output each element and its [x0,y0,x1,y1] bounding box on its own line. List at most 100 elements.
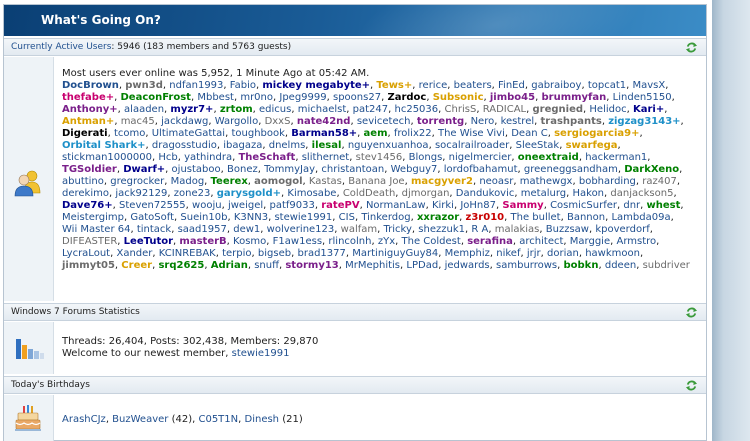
online-user-link[interactable]: edicus [259,104,291,115]
online-user-link[interactable]: ColdDeath [343,188,395,199]
online-user-link[interactable]: srq2625 [158,260,204,271]
online-user-link[interactable]: masterB [179,236,226,247]
online-user-link[interactable]: Buzzsaw [546,224,589,235]
online-user-link[interactable]: KCINREBAK [159,248,216,259]
online-user-link[interactable]: patf9033 [270,200,315,211]
online-user-link[interactable]: JoHn87 [460,200,496,211]
online-user-link[interactable]: z3r010 [466,212,505,223]
refresh-icon[interactable] [685,41,698,54]
online-user-link[interactable]: brummyfan [541,92,606,103]
online-user-link[interactable]: aomogol [254,176,302,187]
online-user-link[interactable]: greeneggsandham [524,164,618,175]
online-user-link[interactable]: Orbital Shark+ [62,140,146,151]
online-user-link[interactable]: zrtom [220,104,253,115]
online-user-link[interactable]: ratePV [321,200,359,211]
online-user-link[interactable]: jackdawg [161,116,208,127]
online-user-link[interactable]: Suein10b [180,212,227,223]
online-user-link[interactable]: The Coldest [402,236,461,247]
online-user-link[interactable]: Hcb [158,152,177,163]
online-user-link[interactable]: Kari+ [633,104,664,115]
online-user-link[interactable]: Kirki [432,200,454,211]
refresh-icon[interactable] [685,306,698,319]
online-user-link[interactable]: Mbbest [197,92,234,103]
online-user-link[interactable]: DocBrown [62,80,119,91]
active-users-link[interactable]: Currently Active Users [11,42,111,52]
online-user-link[interactable]: sergiogarcia9+ [554,128,639,139]
online-user-link[interactable]: slithernet [302,152,350,163]
online-user-link[interactable]: mac45 [121,116,155,127]
online-user-link[interactable]: ddeen [605,260,636,271]
online-user-link[interactable]: nikef [496,248,520,259]
online-user-link[interactable]: samburrows [496,260,557,271]
online-user-link[interactable]: Teerex [211,176,248,187]
online-user-link[interactable]: gabraiboy [531,80,581,91]
online-user-link[interactable]: Adrian [211,260,248,271]
online-user-link[interactable]: torrentg [417,116,464,127]
online-user-link[interactable]: bigseb [258,248,291,259]
online-user-link[interactable]: dnr [623,200,640,211]
online-user-link[interactable]: jack92129 [115,188,167,199]
online-user-link[interactable]: Dean C [511,128,547,139]
online-user-link[interactable]: whest [647,200,681,211]
online-user-link[interactable]: serafina [467,236,513,247]
online-user-link[interactable]: alaaden [124,104,164,115]
online-user-link[interactable]: DeaconFrost [120,92,190,103]
newest-member-link[interactable]: stewie1991 [232,348,290,359]
online-user-link[interactable]: FinEd [498,80,525,91]
online-user-link[interactable]: Banana Joe [348,176,404,187]
online-user-link[interactable]: TommyJay [264,164,315,175]
online-user-link[interactable]: Linden5150 [613,92,672,103]
online-user-link[interactable]: myzr7+ [170,104,213,115]
online-user-link[interactable]: Armstro [616,236,656,247]
online-user-link[interactable]: brad1377 [297,248,345,259]
online-user-link[interactable]: mr0no [240,92,273,103]
online-user-link[interactable]: rerice [419,80,448,91]
online-user-link[interactable]: toughbook [231,128,284,139]
online-user-link[interactable]: LycraLout [62,248,110,259]
online-user-link[interactable]: stewie1991 [274,212,332,223]
online-user-link[interactable]: hawkmoon [585,248,640,259]
online-user-link[interactable]: MavsX [633,80,666,91]
online-user-link[interactable]: GatoSoft [130,212,174,223]
online-user-link[interactable]: christantoan [321,164,384,175]
online-user-link[interactable]: CosmicSurfer [550,200,617,211]
online-user-link[interactable]: bobharding [579,176,636,187]
online-user-link[interactable]: Sammy [502,200,543,211]
online-user-link[interactable]: Blongs [409,152,443,163]
online-user-link[interactable]: sevicetech [357,116,411,127]
online-user-link[interactable]: djmorgan [402,188,450,199]
birthday-user-link[interactable]: Dinesh [245,414,280,425]
online-user-link[interactable]: aem [364,128,388,139]
online-user-link[interactable]: Hakon [572,188,604,199]
online-user-link[interactable]: DarkXeno [624,164,679,175]
refresh-icon[interactable] [685,379,698,392]
online-user-link[interactable]: saad1957 [178,224,227,235]
online-user-link[interactable]: F1aw1ess [273,236,322,247]
online-user-link[interactable]: Madog [171,176,205,187]
online-user-link[interactable]: tintack [137,224,171,235]
online-user-link[interactable]: ojustaboo [172,164,221,175]
online-user-link[interactable]: ndfan1993 [169,80,223,91]
online-user-link[interactable]: Dandukovic [456,188,515,199]
online-user-link[interactable]: dorian [547,248,579,259]
online-user-link[interactable]: thefabe+ [62,92,114,103]
online-user-link[interactable]: Steven72555 [119,200,186,211]
online-user-link[interactable]: zigzag3143+ [608,116,680,127]
online-user-link[interactable]: R A [471,224,488,235]
online-user-link[interactable]: DxxS [265,116,291,127]
online-user-link[interactable]: MartiniguyGuy84 [352,248,438,259]
online-user-link[interactable]: jrjr [527,248,541,259]
online-user-link[interactable]: mathewgx [520,176,573,187]
online-user-link[interactable]: SleeStak [516,140,560,151]
online-user-link[interactable]: neoasr [479,176,513,187]
online-user-link[interactable]: Kimosabe [287,188,336,199]
online-user-link[interactable]: Creer [121,260,152,271]
online-user-link[interactable]: RADICAL [483,104,526,115]
online-user-link[interactable]: trashpants [541,116,602,127]
online-user-link[interactable]: abuttino [62,176,104,187]
online-user-link[interactable]: topcat1 [588,80,626,91]
online-user-link[interactable]: swarfega [566,140,618,151]
online-user-link[interactable]: Helidoc [589,104,626,115]
birthday-user-link[interactable]: C05T1N [198,414,238,425]
online-user-link[interactable]: Marggie [570,236,610,247]
